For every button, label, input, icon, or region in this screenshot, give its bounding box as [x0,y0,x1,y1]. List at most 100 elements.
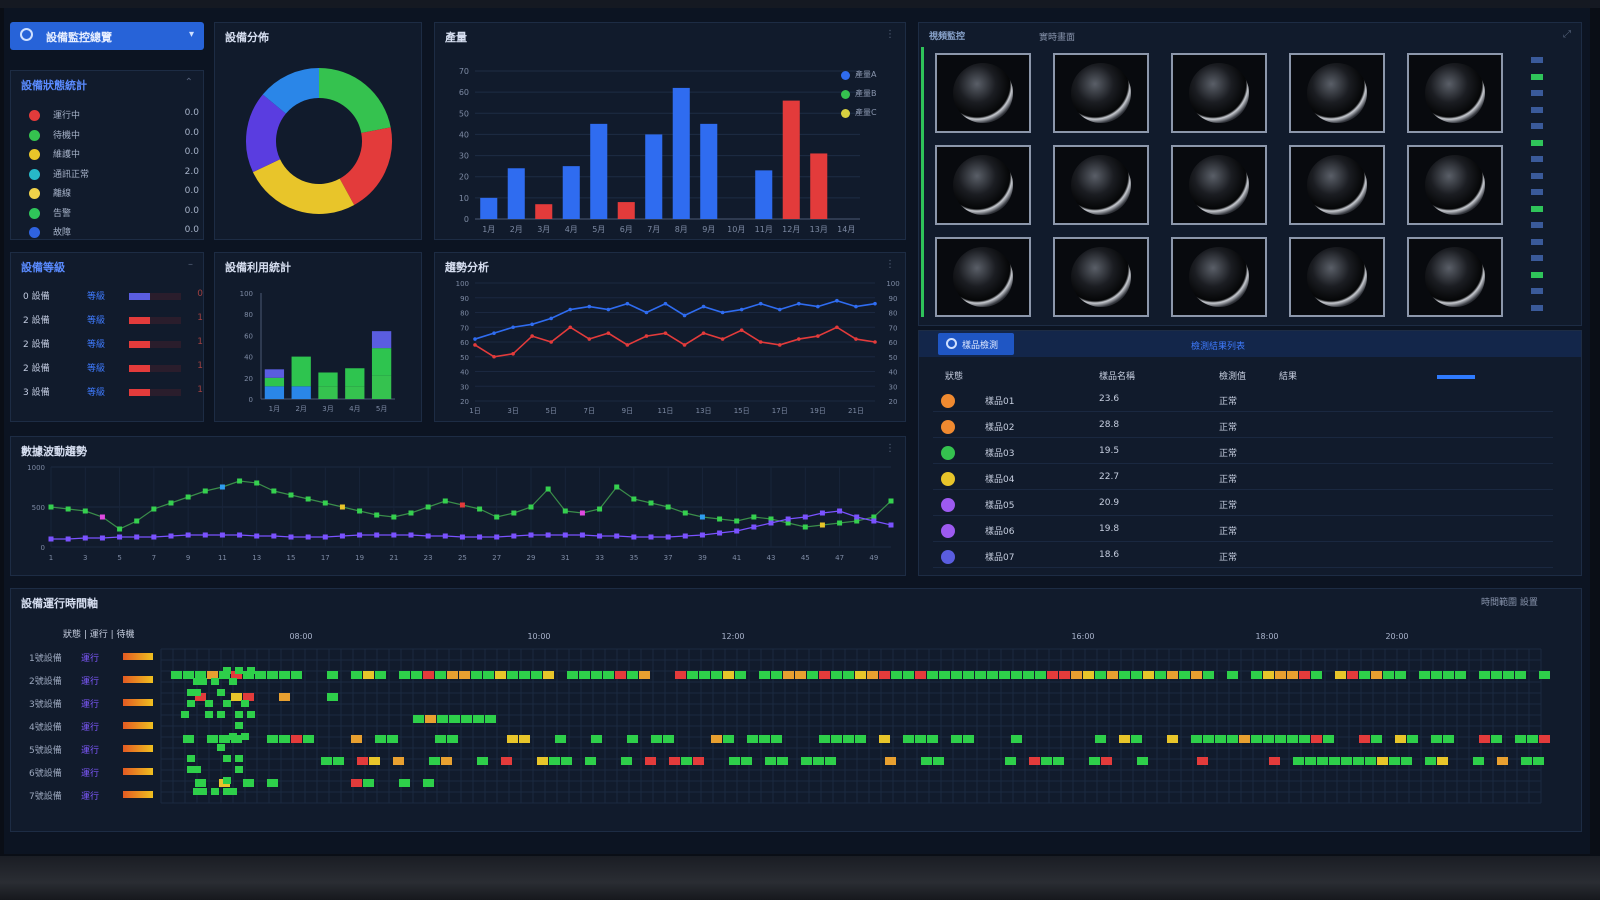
timeline-header-label: 18:00 [1255,632,1278,641]
sample-value: 28.8 [1099,420,1120,430]
level-row: 2 設備 等級 1 [23,361,203,375]
timeline-segment [1287,671,1298,679]
x-tick-label: 6月 [620,225,633,234]
timeline-segment [531,671,542,679]
x-tick-label: 11 [218,554,227,562]
status-dot [29,188,40,199]
camera-view[interactable] [935,53,1031,133]
table-row[interactable]: 樣品06 19.8 正常 [933,519,1553,542]
camera-view[interactable] [1053,145,1149,225]
chevron-down-icon[interactable]: ▾ [189,29,194,40]
gear-icon[interactable] [20,28,33,41]
trend-panel: 趨勢分析 ⋮ 100 100 90 90 80 80 70 70 60 60 50 50 40 40 30 3… [434,252,906,422]
series-point [549,340,553,344]
timeline-segment [235,766,243,773]
camera-indicator [1531,271,1543,278]
series-point [168,500,174,506]
table-row[interactable]: 樣品04 22.7 正常 [933,467,1553,490]
timeline-segment [1359,671,1370,679]
app-title-bar[interactable]: 設備監控總覽 ▾ [10,22,204,50]
bar [617,202,635,219]
sample-value: 20.9 [1099,498,1120,508]
camera-view[interactable] [1053,237,1149,317]
sample-value: 19.8 [1099,524,1120,534]
timeline-segment [759,671,770,679]
series-point [151,534,157,540]
timeline-segment [675,671,686,679]
timeline-segment [819,735,830,743]
camera-view[interactable] [1407,145,1503,225]
camera-view[interactable] [1171,145,1267,225]
series-point [408,510,414,516]
timeline-segment [1539,735,1550,743]
collapse-icon[interactable]: ⌃ [185,77,193,88]
series-point [322,534,328,540]
sample-value: 22.7 [1099,472,1120,482]
camera-view[interactable] [935,237,1031,317]
expand-icon[interactable]: ⤢ [1563,29,1571,40]
series-point [442,533,448,539]
level-row: 2 設備 等級 1 [23,313,203,327]
timeline-segment [241,733,249,740]
series-point [305,534,311,540]
timeline-segment [1179,671,1190,679]
y-tick-label: 20 [244,375,253,383]
series-point [425,504,431,510]
scatter-panel: 數據波動趨勢 ⋮ 1000 500 0 1 3 5 7 9 11 13 15 17 19 21 23 25 27… [10,436,906,576]
series-point [492,331,496,335]
timeline-segment [459,671,470,679]
series-point [777,307,782,312]
level-tag: 等級 [87,316,106,326]
table-row[interactable]: 樣品03 19.5 正常 [933,441,1553,464]
timeline-segment [1293,757,1304,765]
camera-view[interactable] [1407,53,1503,133]
table-row[interactable]: 樣品05 20.9 正常 [933,493,1553,516]
camera-view[interactable] [1171,53,1267,133]
camera-view[interactable] [1407,237,1503,317]
camera-view[interactable] [1171,237,1267,317]
x-tick-label: 19日 [810,407,826,415]
timeline-segment [825,757,836,765]
timeline-segment [387,735,398,743]
stack-segment [318,386,338,399]
camera-view[interactable] [1053,53,1149,133]
bar [590,123,608,219]
timeline-segment [1167,671,1178,679]
camera-lens [1425,63,1485,123]
series-point [717,516,723,522]
timeline-segment [879,671,890,679]
table-row[interactable]: 樣品07 18.6 正常 [933,545,1553,568]
timeline-segment [1323,735,1334,743]
x-tick-label: 15日 [734,407,750,415]
series-point [48,536,54,542]
camera-view[interactable] [935,145,1031,225]
timeline-segment [1341,757,1352,765]
x-tick-label: 10月 [727,225,745,234]
timeline-segment [1137,757,1148,765]
series-point [682,343,687,347]
series-point [545,532,551,538]
sample-tab-button[interactable]: 樣品檢測 [938,333,1014,355]
level-fill [129,293,150,300]
series-point [797,301,801,306]
table-row[interactable]: 樣品02 28.8 正常 [933,415,1553,438]
timeline-segment [723,671,734,679]
timeline-segment [375,735,386,743]
timeline-segment [187,700,195,707]
timeline-segment [441,757,452,765]
timeline-segment [501,757,512,765]
timeline-segment [1119,735,1130,743]
timeline-segment [217,711,225,718]
bar [672,87,690,220]
status-dot [941,550,955,564]
camera-view[interactable] [1289,145,1385,225]
table-row[interactable]: 樣品01 23.6 正常 [933,389,1553,412]
donut-panel: 設備分佈 [214,22,422,240]
stack-segment [264,386,285,399]
camera-view[interactable] [1289,237,1385,317]
timeline-segment [1299,671,1310,679]
minus-icon[interactable]: – [188,259,193,270]
sample-value: 18.6 [1099,550,1120,560]
timeline-segment [429,757,440,765]
camera-view[interactable] [1289,53,1385,133]
